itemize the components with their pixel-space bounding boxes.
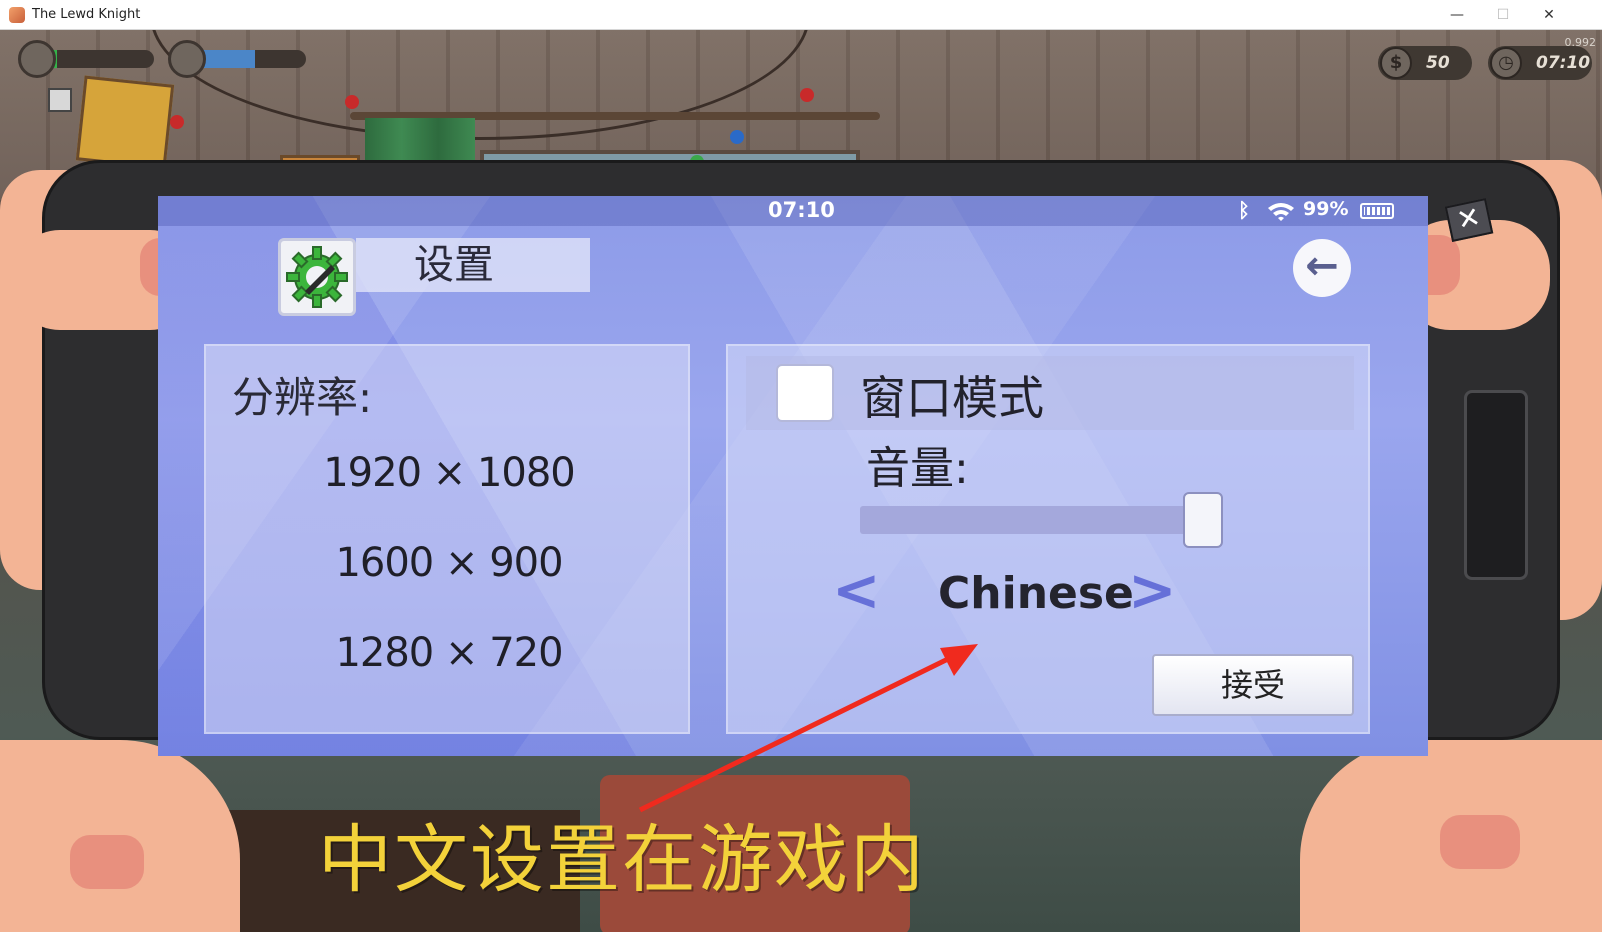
notebook-icon[interactable] — [48, 88, 72, 112]
window-title: The Lewd Knight — [32, 7, 141, 22]
resolution-option-1920[interactable]: 1920 × 1080 — [206, 450, 692, 496]
minimize-button[interactable]: — — [1434, 0, 1480, 30]
resolution-option-1600[interactable]: 1600 × 900 — [206, 540, 692, 586]
wifi-icon — [1268, 203, 1294, 221]
windowed-mode-row: 窗口模式 — [746, 356, 1354, 430]
maximize-button[interactable]: ☐ — [1480, 0, 1526, 30]
coin-counter: $ 50 — [1378, 46, 1472, 80]
battery-percent: 99% — [1303, 198, 1349, 220]
bluetooth-icon: ᛒ — [1238, 198, 1250, 222]
window-titlebar: The Lewd Knight — ☐ ✕ — [0, 0, 1602, 30]
close-window-button[interactable]: ✕ — [1526, 0, 1572, 30]
health-bar — [44, 50, 154, 68]
ornament-ball — [730, 130, 744, 144]
language-prev-button[interactable]: < — [832, 556, 881, 624]
phone-screen: 07:10 ᛒ 99% 设置 ← 分辨率: 1920 × 1080 1600 ×… — [158, 196, 1428, 756]
accept-button[interactable]: 接受 — [1152, 654, 1354, 716]
volume-slider-handle[interactable] — [1183, 492, 1223, 548]
gear-wrench-icon — [286, 246, 348, 308]
ornament-ball — [345, 95, 359, 109]
left-finger-nail — [70, 835, 144, 889]
battery-icon — [1360, 203, 1394, 219]
settings-tile — [278, 238, 356, 316]
app-icon — [9, 7, 25, 23]
stamina-bar — [192, 50, 306, 68]
right-finger-nail — [1440, 815, 1520, 869]
settings-title: 设置 — [356, 238, 590, 292]
volume-slider-track[interactable] — [860, 506, 1210, 534]
clock-icon: ◷ — [1490, 47, 1522, 79]
windowed-mode-checkbox[interactable] — [776, 364, 834, 422]
coin-value: 50 — [1426, 53, 1450, 73]
resolution-label: 分辨率: — [232, 373, 373, 422]
phone-side-button — [1464, 390, 1528, 580]
fps-readout: 0.992 — [1564, 36, 1597, 49]
back-arrow-icon: ← — [1305, 243, 1339, 289]
resolution-panel: 分辨率: 1920 × 1080 1600 × 900 1280 × 720 — [204, 344, 690, 734]
game-clock-value: 07:10 — [1536, 53, 1591, 73]
ornament-ball — [170, 115, 184, 129]
back-button[interactable]: ← — [1293, 239, 1351, 297]
phone-status-bar: 07:10 ᛒ 99% — [158, 196, 1428, 226]
resolution-option-1280[interactable]: 1280 × 720 — [206, 630, 692, 676]
wall-poster — [75, 75, 175, 170]
options-panel: 窗口模式 音量: < Chinese > 接受 — [726, 344, 1370, 734]
language-next-button[interactable]: > — [1128, 556, 1177, 624]
ornament-ball — [800, 88, 814, 102]
health-icon — [18, 40, 56, 78]
phone-clock: 07:10 — [768, 198, 835, 222]
annotation-caption: 中文设置在游戏内 — [318, 817, 926, 903]
stamina-icon — [168, 40, 206, 78]
volume-label: 音量: — [866, 443, 969, 494]
windowed-mode-label: 窗口模式 — [860, 371, 1044, 425]
coin-icon: $ — [1380, 47, 1412, 79]
game-clock: ◷ 07:10 — [1488, 46, 1592, 80]
language-value: Chinese — [938, 568, 1134, 619]
